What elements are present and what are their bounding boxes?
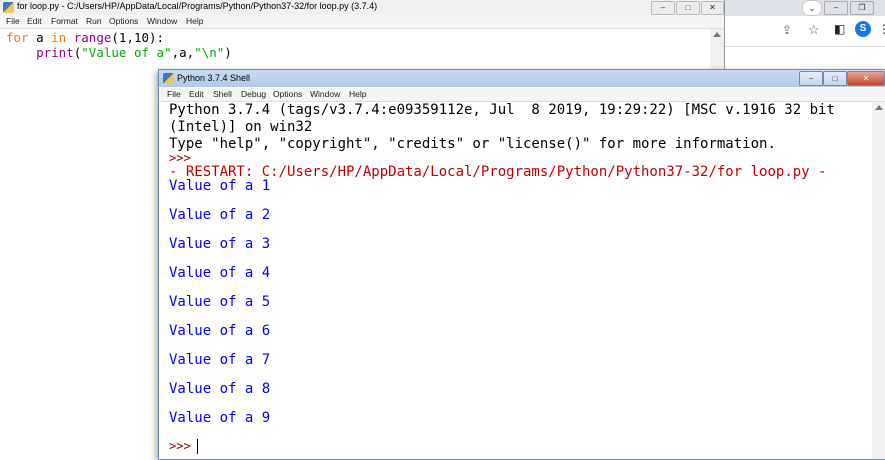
editor-title-bar: for loop.py - C:/Users/HP/AppData/Local/… (0, 0, 724, 15)
menu-window[interactable]: Window (147, 16, 177, 26)
shell-maximize-button[interactable]: □ (823, 71, 847, 86)
sidebar-icon[interactable]: ◧ (834, 22, 845, 36)
star-icon[interactable]: ☆ (808, 22, 820, 38)
code-var: a (28, 30, 52, 45)
input-line[interactable]: >>> (169, 438, 198, 454)
code-args: ,a, (171, 45, 195, 60)
shell-close-button[interactable]: ✕ (847, 71, 885, 86)
browser-toolbar: ⇪ ☆ ◧ S ⋮ (722, 16, 885, 47)
banner-line-2: (Intel)] on win32 (169, 119, 313, 135)
shell-menu-bar: File Edit Shell Debug Options Window Hel… (159, 88, 885, 102)
shell-menu-shell[interactable]: Shell (213, 89, 232, 99)
shell-title: Python 3.7.4 Shell (177, 73, 251, 83)
code-line-2[interactable]: print("Value of a",a,"\n") (6, 45, 232, 60)
editor-close-button[interactable]: ✕ (701, 1, 724, 15)
editor-maximize-button[interactable]: □ (676, 1, 700, 15)
output-line: Value of a 1 (169, 178, 271, 194)
shell-title-bar: Python 3.7.4 Shell – □ ✕ (159, 70, 885, 87)
menu-edit[interactable]: Edit (27, 16, 42, 26)
kebab-menu-icon[interactable]: ⋮ (878, 22, 885, 36)
python-shell-icon (163, 73, 174, 84)
final-prompt: >>> (169, 439, 191, 453)
builtin-print: print (36, 45, 74, 60)
banner-line-1: Python 3.7.4 (tags/v3.7.4:e09359112e, Ju… (169, 102, 835, 118)
shell-menu-options[interactable]: Options (273, 89, 302, 99)
shell-menu-file[interactable]: File (167, 89, 181, 99)
code-close-paren: ) (224, 45, 232, 60)
banner-line-3: Type "help", "copyright", "credits" or "… (169, 136, 776, 152)
shell-output[interactable]: Python 3.7.4 (tags/v3.7.4:e09359112e, Ju… (169, 102, 869, 459)
shell-minimize-button[interactable]: – (799, 71, 823, 86)
code-range-args: (1,10): (111, 30, 165, 45)
shell-menu-help[interactable]: Help (349, 89, 366, 99)
shell-prompt: >>> (169, 151, 191, 165)
code-string: "Value of a" (81, 45, 172, 60)
scroll-up-icon[interactable] (875, 105, 883, 110)
editor-menu-bar: File Edit Format Run Options Window Help (0, 15, 724, 29)
output-line: Value of a 9 (169, 410, 271, 426)
editor-minimize-button[interactable]: – (651, 1, 675, 15)
menu-run[interactable]: Run (86, 16, 102, 26)
shell-scrollbar[interactable] (872, 102, 885, 459)
code-newline-string: "\n" (194, 45, 225, 60)
output-line: Value of a 6 (169, 323, 271, 339)
browser-minimize-button[interactable]: – (824, 1, 848, 15)
output-line: Value of a 3 (169, 236, 271, 252)
output-line: Value of a 2 (169, 207, 271, 223)
scroll-up-icon[interactable] (713, 32, 721, 37)
profile-avatar[interactable]: S (855, 21, 871, 37)
keyword-in: in (51, 30, 67, 45)
browser-tab-strip: ⌄ – ❐ (722, 0, 885, 16)
editor-title: for loop.py - C:/Users/HP/AppData/Local/… (17, 1, 378, 11)
menu-options[interactable]: Options (109, 16, 138, 26)
menu-file[interactable]: File (6, 16, 20, 26)
shell-window: Python 3.7.4 Shell – □ ✕ File Edit Shell… (158, 69, 885, 460)
output-line: Value of a 4 (169, 265, 271, 281)
output-line: Value of a 8 (169, 381, 271, 397)
keyword-for: for (6, 30, 29, 45)
shell-menu-debug[interactable]: Debug (241, 89, 266, 99)
shell-menu-edit[interactable]: Edit (189, 89, 204, 99)
idle-app-icon (3, 2, 14, 13)
code-line-1[interactable]: for a in range(1,10): (6, 30, 164, 45)
builtin-range: range (73, 30, 112, 45)
menu-help[interactable]: Help (186, 16, 203, 26)
output-line: Value of a 5 (169, 294, 271, 310)
menu-format[interactable]: Format (51, 16, 78, 26)
shell-menu-window[interactable]: Window (310, 89, 340, 99)
browser-restore-button[interactable]: ❐ (850, 1, 874, 15)
share-icon[interactable]: ⇪ (782, 23, 792, 37)
text-cursor (196, 438, 198, 454)
output-line: Value of a 7 (169, 352, 271, 368)
chevron-down-icon[interactable]: ⌄ (802, 0, 822, 16)
